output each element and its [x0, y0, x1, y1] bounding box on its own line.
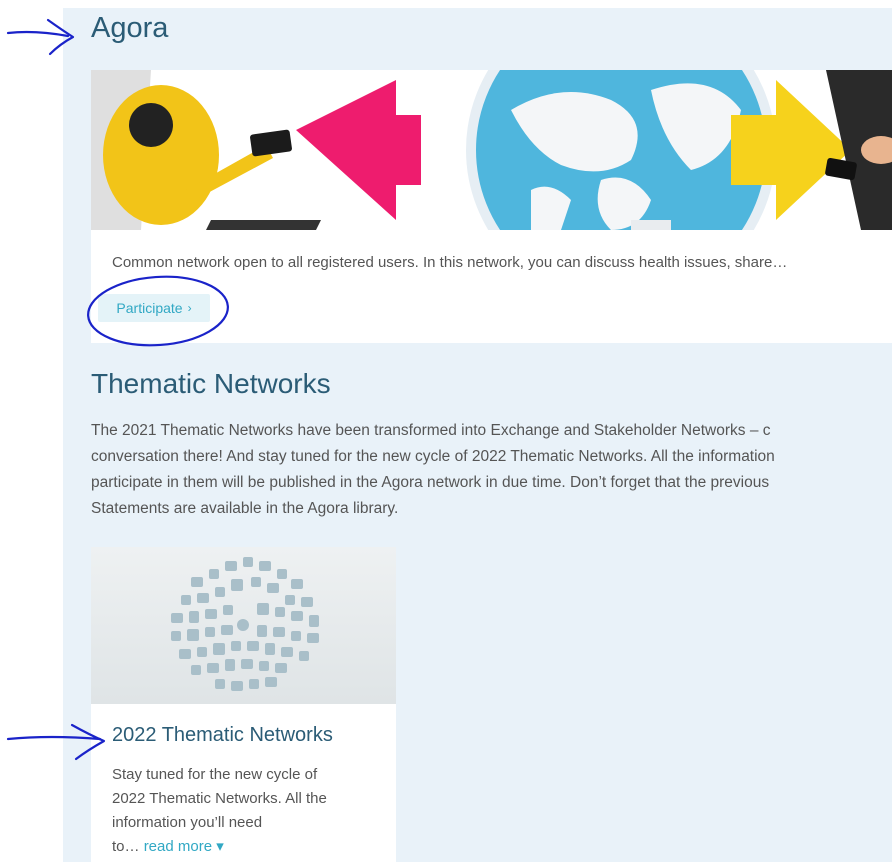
read-more-label: read more — [143, 838, 213, 855]
card-description-line: 2022 Thematic Networks. All the — [112, 790, 327, 807]
read-more-link[interactable]: read more ▾ — [144, 838, 224, 855]
description-line: conversation there! And stay tuned for t… — [91, 448, 775, 465]
participate-label: Participate — [116, 300, 183, 316]
chevron-right-icon: › — [187, 301, 192, 315]
agora-card: Common network open to all registered us… — [91, 70, 892, 343]
card-title[interactable]: 2022 Thematic Networks — [112, 724, 333, 747]
description-line: participate in them will be published in… — [91, 474, 770, 491]
card-description: Stay tuned for the new cycle of 2022 The… — [112, 763, 372, 859]
description-line: The 2021 Thematic Networks have been tra… — [91, 422, 771, 439]
card-image — [91, 547, 396, 704]
card-description-line: Stay tuned for the new cycle of — [112, 766, 318, 783]
agora-title: Agora — [91, 12, 169, 44]
thematic-networks-title: Thematic Networks — [91, 368, 331, 399]
card-description-tail: to… — [112, 838, 140, 855]
card-description-line: to… read more ▾ — [112, 835, 372, 859]
thematic-network-card[interactable]: 2022 Thematic Networks Stay tuned for th… — [91, 547, 396, 862]
thematic-networks-description: The 2021 Thematic Networks have been tra… — [91, 418, 892, 522]
agora-description: Common network open to all registered us… — [112, 254, 788, 271]
agora-banner-image — [91, 70, 892, 230]
icon-cloud-illustration — [171, 557, 319, 691]
participate-button[interactable]: Participate › — [98, 294, 210, 322]
description-line: Statements are available in the Agora li… — [91, 500, 399, 517]
caret-down-icon: ▾ — [216, 838, 224, 855]
card-description-line: information you’ll need — [112, 814, 263, 831]
globe-icon — [466, 70, 776, 230]
